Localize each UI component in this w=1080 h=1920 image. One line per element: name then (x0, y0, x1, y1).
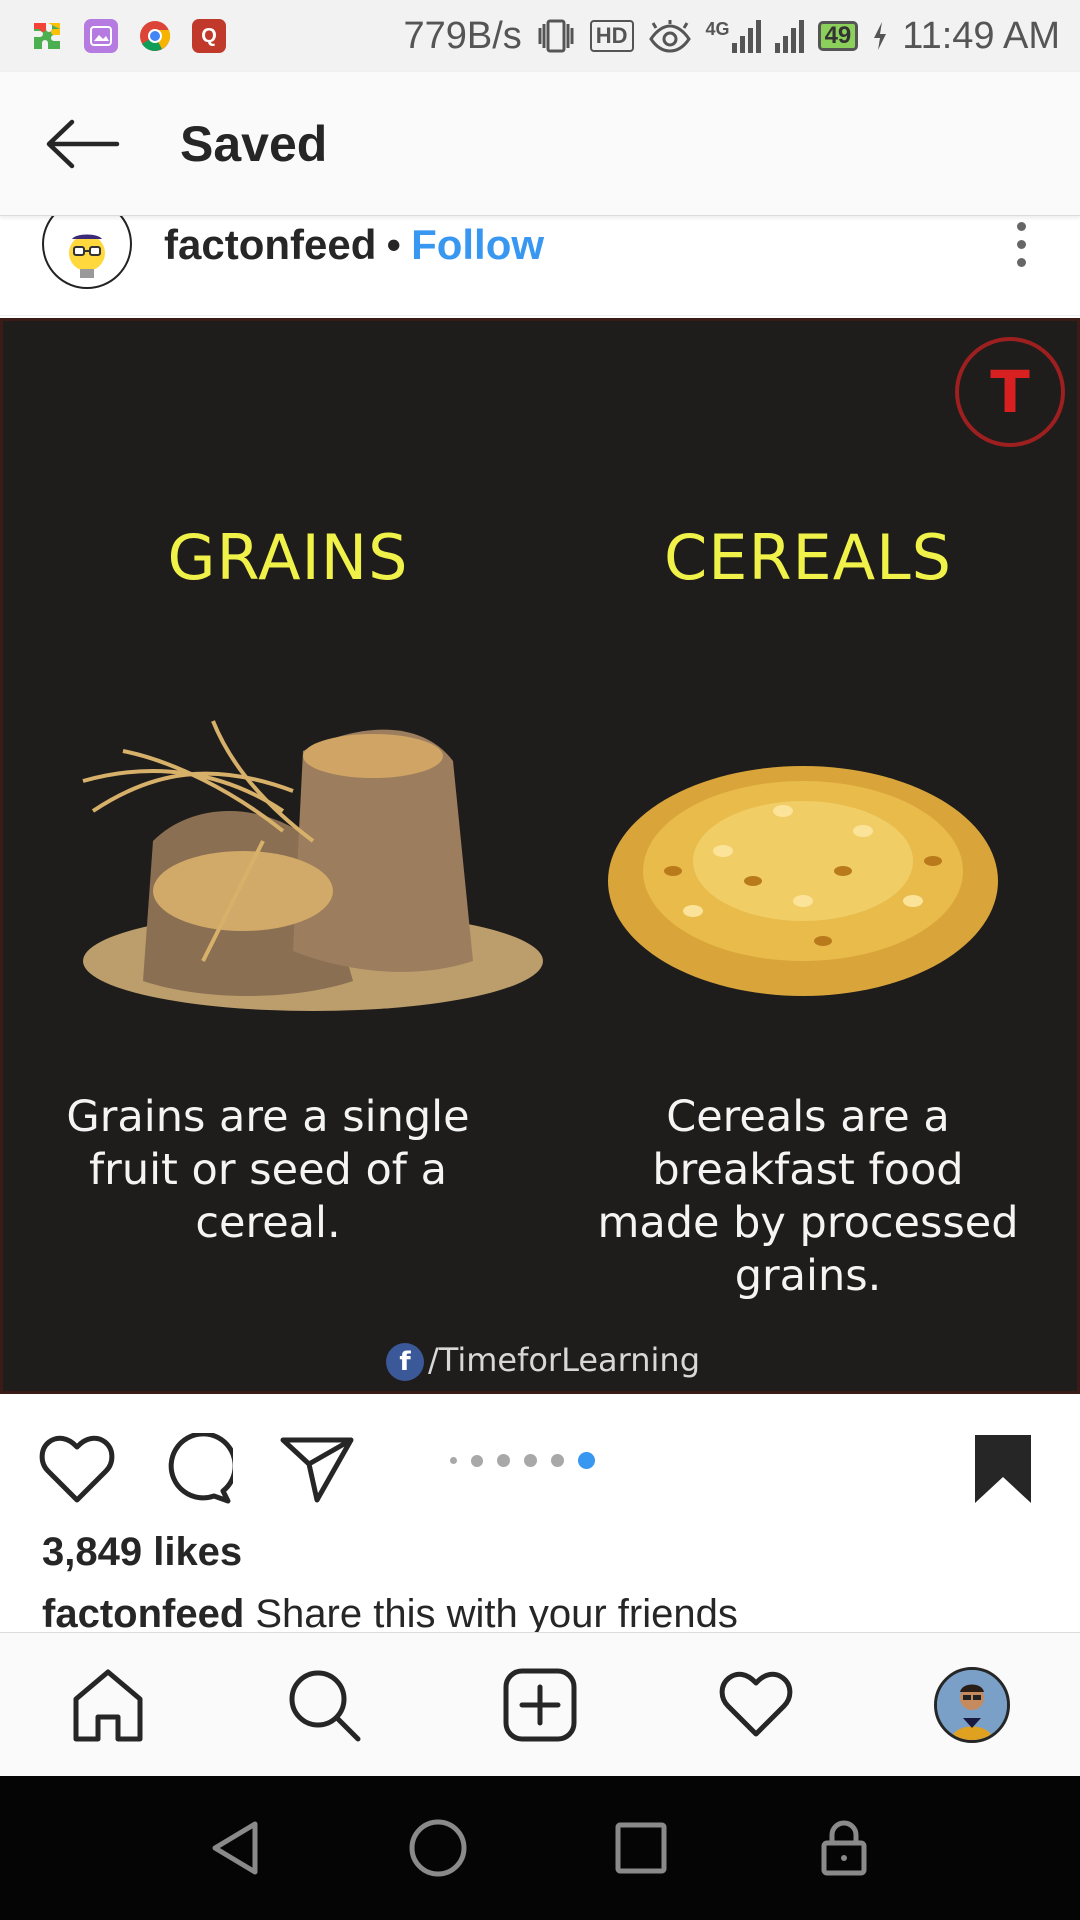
search-icon (289, 1670, 361, 1742)
clock: 11:49 AM (902, 14, 1060, 57)
nav-profile[interactable] (924, 1657, 1020, 1753)
signal-4g-icon: 4G (706, 19, 761, 53)
post-username[interactable]: factonfeed (164, 221, 376, 269)
carousel-dot (524, 1454, 537, 1467)
time-for-learning-logo: T (955, 337, 1065, 447)
lightbulb-logo-icon (69, 234, 105, 278)
share-button[interactable] (272, 1424, 362, 1514)
likes-count[interactable]: 3,849 likes (42, 1530, 242, 1575)
quora-icon: Q (192, 19, 226, 53)
bookmark-icon (975, 1435, 1031, 1503)
signal-icon (774, 19, 804, 53)
more-vertical-icon (1017, 222, 1026, 231)
system-home-button[interactable] (398, 1808, 478, 1888)
profile-avatar (934, 1667, 1010, 1743)
gallery-app-icon (84, 19, 118, 53)
system-lock-button[interactable] (804, 1808, 884, 1888)
lock-icon (821, 1820, 867, 1876)
home-circle-icon (409, 1819, 467, 1877)
recents-square-icon (615, 1822, 667, 1874)
grains-description: Grains are a single fruit or seed of a c… (66, 1092, 470, 1248)
more-options-button[interactable] (1003, 216, 1040, 273)
caption-username[interactable]: factonfeed (42, 1592, 244, 1632)
grain-sack-illustration (82, 720, 543, 1011)
save-button[interactable] (958, 1424, 1048, 1514)
back-triangle-icon (212, 1821, 258, 1875)
arrow-left-icon (46, 119, 120, 168)
follow-button[interactable]: Follow (411, 221, 544, 269)
carousel-dot (450, 1457, 457, 1464)
image-credit: f/TimeforLearning (3, 1341, 1077, 1381)
carousel-dot (497, 1454, 510, 1467)
home-icon (73, 1669, 143, 1742)
puzzle-app-icon (30, 19, 64, 53)
post-header: factonfeed • Follow (0, 198, 1080, 316)
comment-icon (168, 1433, 233, 1504)
nav-home[interactable] (60, 1657, 156, 1753)
nav-search[interactable] (276, 1657, 372, 1753)
nav-activity[interactable] (708, 1657, 804, 1753)
share-icon (280, 1437, 354, 1503)
eye-icon (648, 20, 691, 53)
bottom-navigation (0, 1632, 1080, 1776)
top-app-bar: Saved (0, 72, 1080, 216)
heart-icon (39, 1435, 115, 1503)
carousel-dot (471, 1454, 483, 1467)
like-button[interactable] (32, 1424, 122, 1514)
carousel-indicator (450, 1452, 595, 1469)
cereal-pile-illustration (608, 766, 998, 996)
facebook-icon: f (385, 1343, 424, 1381)
post-caption: factonfeed Share this with your friends (42, 1592, 738, 1632)
back-button[interactable] (22, 84, 142, 204)
post-image[interactable]: T GRAINS CEREALS Grains are a single fru… (0, 318, 1080, 1394)
activity-heart-icon (719, 1671, 793, 1737)
carousel-dot-active (578, 1452, 595, 1469)
cereals-heading: CEREALS (663, 521, 953, 594)
status-bar: Q 779B/s HD 4G 49 11:49 AM (0, 0, 1080, 72)
separator-dot: • (386, 220, 402, 268)
comment-button[interactable] (152, 1424, 242, 1514)
network-speed: 779B/s (403, 14, 522, 57)
caption-text: Share this with your friends (255, 1592, 738, 1632)
system-recents-button[interactable] (601, 1808, 681, 1888)
carousel-dot (551, 1454, 564, 1467)
page-title: Saved (180, 115, 328, 172)
add-post-icon (503, 1668, 577, 1742)
hd-icon: HD (589, 20, 634, 52)
nav-new-post[interactable] (492, 1657, 588, 1753)
cereals-description: Cereals are a breakfast food made by pro… (597, 1092, 1019, 1301)
vibrate-icon (538, 19, 574, 53)
grains-heading: GRAINS (167, 521, 409, 594)
chrome-icon (138, 19, 172, 53)
system-navigation-bar (0, 1776, 1080, 1920)
charging-icon (874, 22, 887, 50)
battery-icon: 49 (817, 21, 859, 51)
system-back-button[interactable] (195, 1808, 275, 1888)
